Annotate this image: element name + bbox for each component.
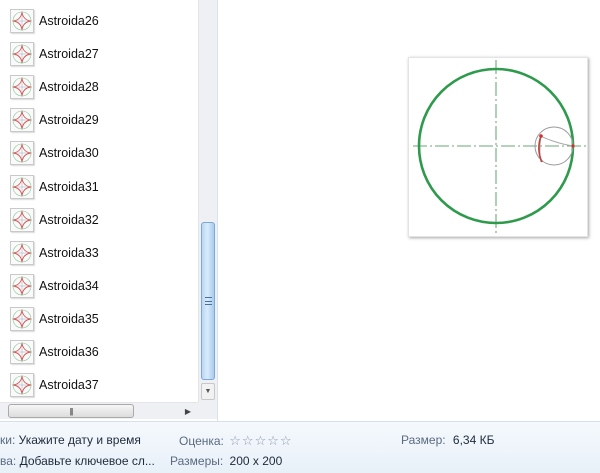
star-outline-icon[interactable]: ☆	[242, 433, 255, 448]
file-list-item[interactable]: Astroida27	[10, 40, 195, 68]
file-name-label: Astroida27	[39, 47, 99, 62]
astroid-thumbnail-icon	[10, 273, 34, 298]
dimensions-field: Размеры: 200 x 200	[170, 454, 282, 468]
date-value[interactable]: Укажите дату и время	[19, 433, 141, 447]
star-outline-icon[interactable]: ☆	[280, 433, 293, 448]
grip-icon	[205, 297, 212, 305]
file-name-label: Astroida37	[39, 378, 99, 393]
astroid-thumbnail-icon	[10, 306, 34, 331]
file-list-item[interactable]: Astroida37	[10, 371, 195, 399]
file-list-item[interactable]: Astroida29	[10, 106, 195, 134]
star-outline-icon[interactable]: ☆	[229, 433, 242, 448]
astroid-thumbnail-icon	[10, 9, 34, 33]
scrollbar-corner	[198, 402, 217, 419]
tags-label: ва:	[0, 454, 17, 468]
file-name-label: Astroida26	[39, 14, 99, 28]
file-list-item[interactable]: Astroida26	[10, 7, 195, 35]
tags-field[interactable]: ва: Добавьте ключевое сл...	[0, 454, 155, 468]
file-list-pane: Astroida26 Astroida27 Astroida28 Astroida29…	[0, 0, 218, 421]
tracing-point	[539, 134, 543, 138]
astroid-thumbnail-icon	[10, 141, 34, 166]
file-list-item[interactable]: Astroida35	[10, 305, 195, 333]
details-pane: ки: Укажите дату и время Оценка: ☆☆☆☆☆ Р…	[0, 421, 600, 473]
date-label: ки:	[0, 433, 16, 447]
file-list-item[interactable]: Astroida28	[10, 73, 195, 101]
file-name-label: Astroida31	[39, 179, 99, 194]
tags-value[interactable]: Добавьте ключевое сл...	[20, 454, 155, 468]
astroid-thumbnail-icon	[10, 108, 34, 133]
astroid-thumbnail-icon	[10, 75, 34, 100]
file-list-item[interactable]: Astroida34	[10, 272, 195, 300]
dimensions-value: 200 x 200	[229, 454, 283, 468]
size-label: Размер:	[401, 433, 446, 447]
astroid-thumbnail-icon	[10, 207, 34, 232]
file-name-label: Astroida33	[39, 245, 99, 260]
size-value: 6,34 КБ	[452, 433, 495, 447]
horizontal-scroll-thumb[interactable]: |||	[8, 404, 134, 418]
file-name-label: Astroida35	[39, 311, 99, 326]
file-name-label: Astroida36	[39, 345, 99, 359]
image-preview	[408, 57, 588, 237]
size-field: Размер: 6,34 КБ	[401, 433, 494, 447]
file-list: Astroida26 Astroida27 Astroida28 Astroida29…	[0, 0, 198, 402]
date-field[interactable]: ки: Укажите дату и время	[0, 433, 141, 447]
file-list-item[interactable]: Astroida32	[10, 206, 195, 234]
scroll-down-arrow-icon[interactable]: ▼	[201, 383, 215, 400]
file-list-item[interactable]: Astroida30	[10, 139, 195, 167]
dimensions-label: Размеры:	[170, 454, 224, 468]
file-name-label: Astroida29	[39, 113, 99, 128]
star-rating[interactable]: ☆☆☆☆☆	[229, 433, 292, 449]
file-name-label: Astroida34	[39, 278, 99, 293]
scroll-right-arrow-icon[interactable]: ▶	[182, 405, 194, 418]
file-name-label: Astroida32	[39, 212, 99, 227]
star-outline-icon[interactable]: ☆	[255, 433, 268, 448]
vertical-scrollbar[interactable]: ▼	[198, 0, 217, 402]
astroid-thumbnail-icon	[10, 340, 34, 364]
file-name-label: Astroida28	[39, 80, 99, 95]
astroid-thumbnail-icon	[10, 240, 34, 265]
astroid-thumbnail-icon	[10, 174, 34, 199]
horizontal-scrollbar[interactable]: ||| ▶	[0, 402, 198, 419]
rating-label: Оценка:	[179, 434, 224, 448]
rating-field: Оценка: ☆☆☆☆☆	[179, 433, 293, 449]
file-list-item[interactable]: Astroida33	[10, 239, 195, 267]
file-list-item[interactable]: Astroida36	[10, 338, 195, 366]
file-name-label: Astroida30	[39, 146, 99, 161]
astroid-thumbnail-icon	[10, 373, 34, 398]
tangent-point	[571, 144, 575, 148]
astroid-thumbnail-icon	[10, 42, 34, 67]
star-outline-icon[interactable]: ☆	[267, 433, 280, 448]
file-list-item[interactable]: Astroida31	[10, 173, 195, 201]
vertical-scroll-thumb[interactable]	[201, 222, 215, 380]
astroid-preview-image	[413, 60, 587, 236]
preview-pane	[218, 0, 600, 421]
